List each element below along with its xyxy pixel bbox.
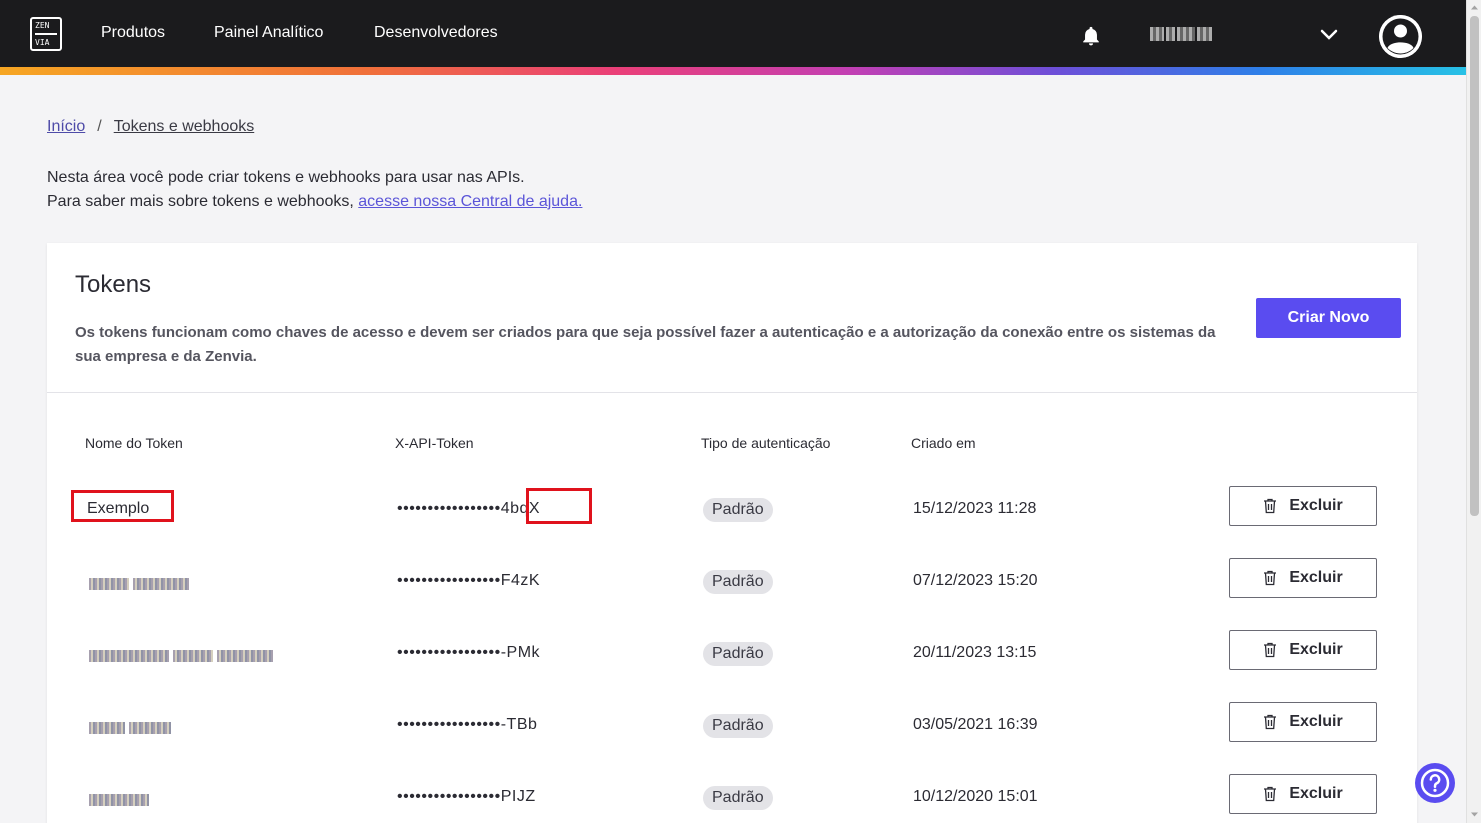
username-blurred[interactable] — [1150, 27, 1212, 41]
nav-produtos[interactable]: Produtos — [101, 24, 165, 42]
token-value: •••••••••••••••••4bqX — [397, 500, 541, 517]
breadcrumb-home-link[interactable]: Início — [47, 118, 85, 135]
chevron-down-icon[interactable] — [1320, 28, 1338, 42]
intro-text: Nesta área você pode criar tokens e webh… — [47, 166, 582, 214]
intro-line-2-text: Para saber mais sobre tokens e webhooks, — [47, 193, 359, 210]
token-name-blurred — [89, 722, 171, 734]
trash-icon — [1264, 570, 1277, 586]
delete-label: Excluir — [1289, 641, 1343, 658]
delete-button[interactable]: Excluir — [1229, 702, 1377, 742]
table-row: •••••••••••••••••PIJZ Padrão 10/12/2020 … — [47, 766, 1417, 823]
token-name-blurred — [89, 650, 273, 662]
logo-text-bottom: VIA — [35, 38, 50, 47]
delete-label: Excluir — [1289, 569, 1343, 586]
delete-button[interactable]: Excluir — [1229, 486, 1377, 526]
token-value: •••••••••••••••••PIJZ — [397, 788, 536, 805]
help-button[interactable] — [1415, 763, 1455, 803]
intro-line-1: Nesta área você pode criar tokens e webh… — [47, 169, 525, 186]
table-row: Exemplo •••••••••••••••••4bqX Padrão 15/… — [47, 478, 1417, 550]
nav-desenvolvedores[interactable]: Desenvolvedores — [374, 24, 498, 42]
create-token-button[interactable]: Criar Novo — [1256, 298, 1401, 338]
column-header-created: Criado em — [911, 435, 976, 451]
trash-icon — [1264, 714, 1277, 730]
bell-icon[interactable] — [1080, 24, 1102, 48]
breadcrumb-separator: / — [97, 118, 102, 135]
created-date: 03/05/2021 16:39 — [913, 716, 1038, 733]
nav-painel-analitico[interactable]: Painel Analítico — [214, 24, 323, 42]
tokens-description: Os tokens funcionam como chaves de acess… — [75, 324, 1216, 365]
delete-button[interactable]: Excluir — [1229, 630, 1377, 670]
breadcrumb: Início / Tokens e webhooks — [47, 118, 254, 136]
page-scrollbar[interactable] — [1466, 0, 1481, 823]
header-gradient-bar — [0, 67, 1466, 75]
token-name-blurred — [89, 578, 189, 590]
avatar[interactable] — [1379, 15, 1422, 58]
help-center-link[interactable]: acesse nossa Central de ajuda. — [358, 193, 582, 210]
trash-icon — [1264, 786, 1277, 802]
trash-icon — [1264, 498, 1277, 514]
column-header-name: Nome do Token — [85, 435, 183, 451]
token-name-blurred — [89, 794, 149, 806]
logo-text-top: ZEN — [35, 21, 50, 30]
top-navigation-bar: ZEN VIA Produtos Painel Analítico Desenv… — [0, 0, 1466, 67]
token-value: •••••••••••••••••-TBb — [397, 716, 538, 733]
created-date: 15/12/2023 11:28 — [913, 500, 1037, 517]
auth-type-badge: Padrão — [703, 498, 773, 522]
auth-type-badge: Padrão — [703, 714, 773, 738]
token-value: •••••••••••••••••-PMk — [397, 644, 541, 661]
scroll-down-icon[interactable] — [1470, 810, 1479, 819]
column-header-token: X-API-Token — [395, 435, 474, 451]
created-date: 07/12/2023 15:20 — [913, 572, 1038, 589]
scroll-up-icon[interactable] — [1470, 3, 1479, 12]
delete-label: Excluir — [1289, 713, 1343, 730]
delete-label: Excluir — [1289, 497, 1343, 514]
table-row: •••••••••••••••••-TBb Padrão 03/05/2021 … — [47, 694, 1417, 766]
created-date: 10/12/2020 15:01 — [913, 788, 1038, 805]
delete-button[interactable]: Excluir — [1229, 558, 1377, 598]
auth-type-badge: Padrão — [703, 786, 773, 810]
auth-type-badge: Padrão — [703, 642, 773, 666]
highlight-box-token — [526, 488, 592, 524]
breadcrumb-current: Tokens e webhooks — [113, 118, 255, 135]
column-header-auth-type: Tipo de autenticação — [701, 435, 831, 451]
trash-icon — [1264, 642, 1277, 658]
table-row: •••••••••••••••••F4zK Padrão 07/12/2023 … — [47, 550, 1417, 622]
delete-button[interactable]: Excluir — [1229, 774, 1377, 814]
scrollbar-thumb[interactable] — [1470, 16, 1479, 516]
token-value: •••••••••••••••••F4zK — [397, 572, 541, 589]
tokens-title: Tokens — [75, 271, 152, 298]
highlight-box-name — [71, 490, 174, 522]
zenvia-logo[interactable]: ZEN VIA — [30, 17, 62, 51]
user-icon — [1379, 15, 1422, 58]
table-row: •••••••••••••••••-PMk Padrão 20/11/2023 … — [47, 622, 1417, 694]
auth-type-badge: Padrão — [703, 570, 773, 594]
delete-label: Excluir — [1289, 785, 1343, 802]
created-date: 20/11/2023 13:15 — [913, 644, 1037, 661]
question-mark-icon — [1420, 768, 1450, 798]
intro-line-2: Para saber mais sobre tokens e webhooks,… — [47, 190, 582, 214]
tokens-card: Tokens Os tokens funcionam como chaves d… — [47, 243, 1417, 823]
tokens-card-header: Tokens Os tokens funcionam como chaves d… — [47, 243, 1417, 393]
